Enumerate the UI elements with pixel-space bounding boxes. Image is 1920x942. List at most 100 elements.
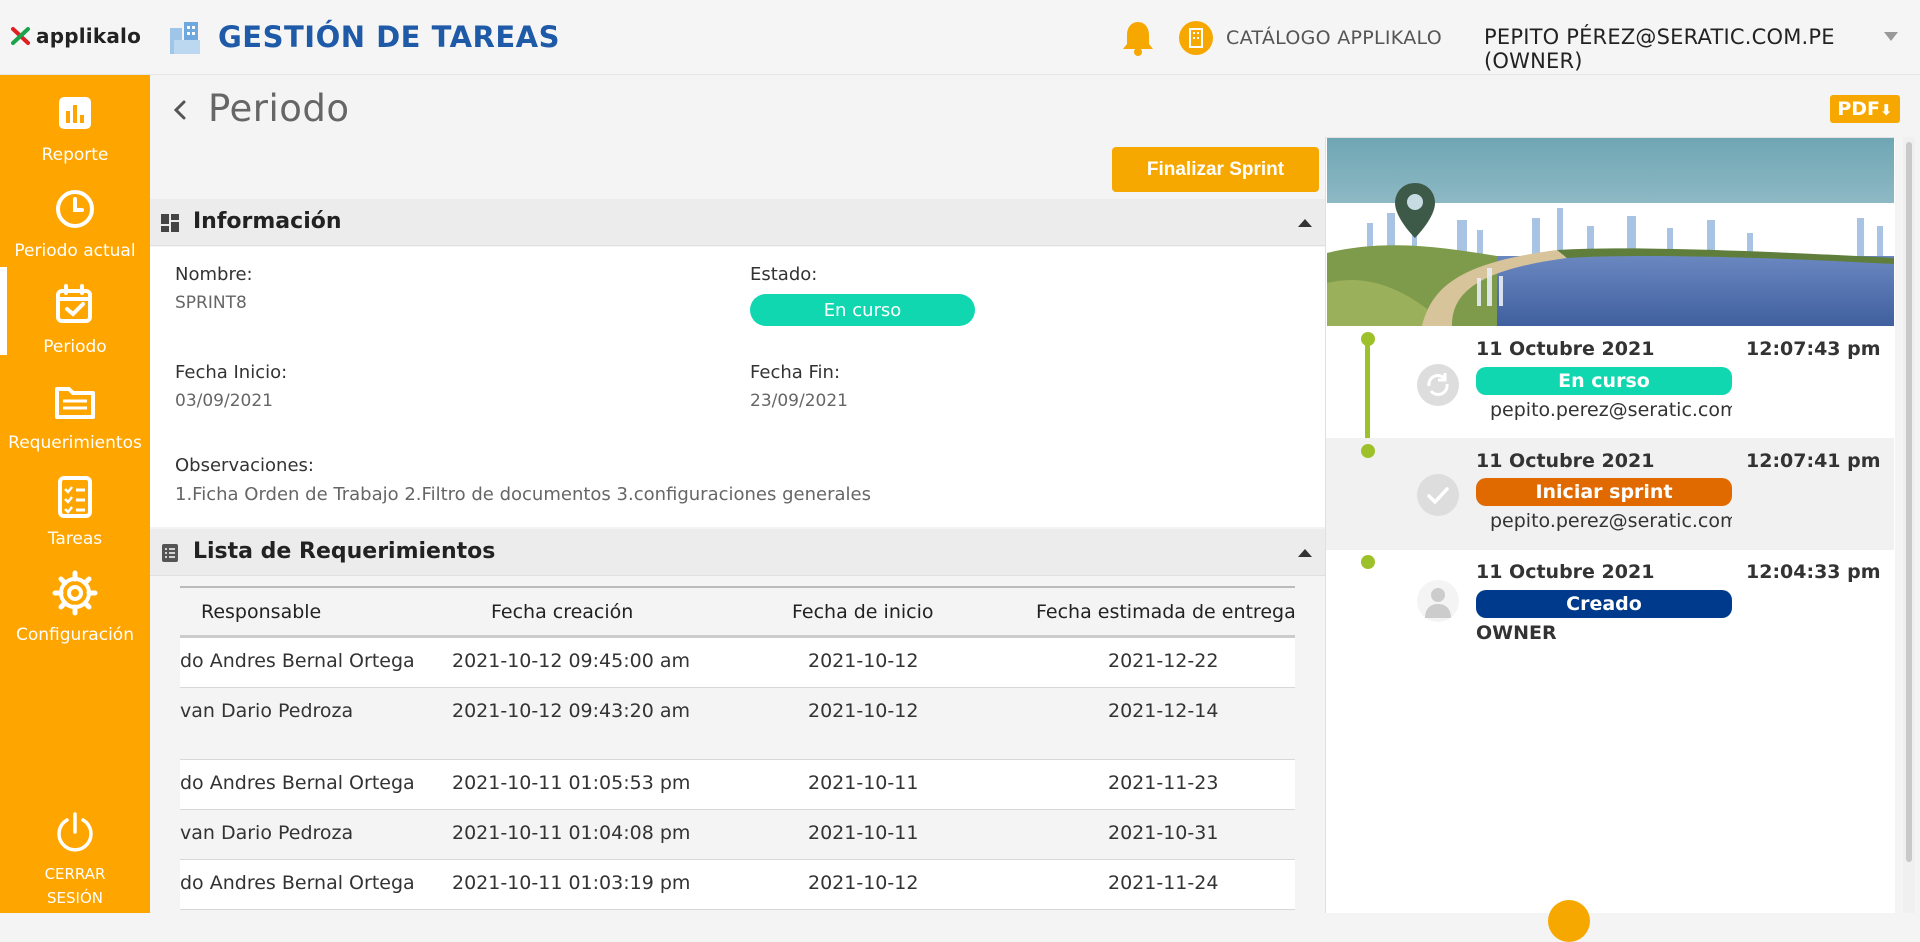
timeline-user: OWNER	[1476, 622, 1557, 644]
cell-fecha-creacion: 2021-10-12 09:45:00 am	[452, 650, 690, 672]
sidebar-item-periodo[interactable]: Periodo	[0, 267, 150, 363]
finish-sprint-button[interactable]: Finalizar Sprint	[1112, 147, 1319, 192]
observaciones-value: 1.Ficha Orden de Trabajo 2.Filtro de doc…	[175, 484, 871, 505]
chart-icon	[59, 97, 91, 129]
timeline-entry[interactable]: 11 Octubre 2021 12:07:43 pm En curso pep…	[1326, 326, 1894, 438]
sidebar-item-label: Tareas	[47, 529, 103, 549]
check-icon	[1417, 474, 1459, 516]
building-icon[interactable]	[1179, 21, 1213, 55]
cell-responsable: do Andres Bernal Ortega	[180, 872, 415, 894]
cell-responsable: do Andres Bernal Ortega	[180, 772, 415, 794]
app-title: GESTIÓN DE TAREAS	[218, 20, 561, 54]
timeline-panel: 11 Octubre 2021 12:07:43 pm En curso pep…	[1325, 137, 1895, 913]
timeline-date: 11 Octubre 2021	[1476, 338, 1655, 360]
fecha-fin-label: Fecha Fin:	[750, 362, 841, 383]
observaciones-label: Observaciones:	[175, 455, 314, 476]
sidebar-item-configuracion[interactable]: Configuración	[0, 555, 150, 651]
cell-fecha-inicio: 2021-10-12	[808, 872, 919, 894]
cell-fecha-inicio: 2021-10-11	[808, 772, 919, 794]
requirements-section-header[interactable]: Lista de Requerimientos	[150, 529, 1325, 576]
cell-fecha-entrega: 2021-11-24	[1108, 872, 1219, 894]
sidebar-item-reporte[interactable]: Reporte	[0, 75, 150, 171]
nombre-value: SPRINT8	[175, 293, 247, 313]
column-header[interactable]: Fecha estimada de entrega	[1036, 601, 1295, 623]
timeline-time: 12:04:33 pm	[1746, 561, 1881, 583]
status-badge: En curso	[750, 294, 975, 326]
logout-line-2: SESIÓN	[47, 889, 103, 907]
sidebar-item-periodo-actual[interactable]: Periodo actual	[0, 171, 150, 267]
brand-name: applikalo	[36, 24, 142, 48]
requirements-section-title: Lista de Requerimientos	[193, 539, 496, 564]
table-row[interactable]: do Andres Bernal Ortega 2021-10-11 01:03…	[180, 860, 1295, 910]
panel-scrollbar-thumb[interactable]	[1906, 142, 1912, 862]
sidebar-item-label: Periodo	[43, 337, 107, 357]
cell-fecha-entrega: 2021-12-14	[1108, 700, 1219, 722]
column-header[interactable]: Responsable	[201, 601, 321, 623]
floating-action-button[interactable]	[1548, 900, 1590, 942]
cell-fecha-inicio: 2021-10-12	[808, 700, 919, 722]
fecha-inicio-value: 03/09/2021	[175, 391, 273, 411]
requirements-table[interactable]: Responsable Fecha creación Fecha de inic…	[180, 586, 1295, 913]
timeline-entry[interactable]: 11 Octubre 2021 12:07:41 pm Iniciar spri…	[1326, 438, 1894, 550]
sidebar-item-label: Configuración	[16, 625, 134, 645]
info-section-header[interactable]: Información	[150, 199, 1325, 246]
cell-fecha-entrega: 2021-12-22	[1108, 650, 1219, 672]
sidebar-item-requerimientos[interactable]: Requerimientos	[0, 363, 150, 459]
sidebar-item-label: Requerimientos	[8, 433, 142, 453]
logout-button[interactable]: CERRAR SESIÓN	[0, 810, 150, 910]
power-icon	[57, 812, 93, 852]
cell-fecha-creacion: 2021-10-11 01:05:53 pm	[452, 772, 691, 794]
status-badge: Creado	[1476, 590, 1732, 618]
cell-fecha-entrega: 2021-10-31	[1108, 822, 1219, 844]
timeline-dot	[1361, 332, 1375, 346]
fecha-fin-value: 23/09/2021	[750, 391, 848, 411]
info-section-title: Información	[193, 209, 342, 234]
dashboard-icon	[161, 214, 179, 232]
back-arrow-icon[interactable]	[168, 97, 194, 123]
estado-label: Estado:	[750, 264, 818, 285]
info-body: Nombre: SPRINT8 Estado: Fecha Inicio: 03…	[150, 247, 1325, 527]
refresh-icon	[1417, 364, 1459, 406]
cell-fecha-creacion: 2021-10-12 09:43:20 am	[452, 700, 690, 722]
logout-label: CERRAR SESIÓN	[0, 862, 150, 910]
timeline-entry[interactable]: 11 Octubre 2021 12:04:33 pm Creado OWNER	[1326, 550, 1894, 662]
catalog-link[interactable]: CATÁLOGO APPLIKALO	[1226, 27, 1442, 49]
cell-fecha-creacion: 2021-10-11 01:04:08 pm	[452, 822, 691, 844]
person-icon	[1417, 580, 1459, 622]
table-row[interactable]: do Andres Bernal Ortega 2021-10-12 09:45…	[180, 638, 1295, 688]
collapse-caret-icon[interactable]	[1298, 549, 1312, 557]
caret-down-icon[interactable]	[1884, 32, 1898, 41]
cell-responsable: van Dario Pedroza	[180, 700, 354, 722]
main-content: Periodo Finalizar Sprint Información Nom…	[150, 75, 1325, 913]
sidebar-item-label: Periodo actual	[14, 241, 136, 261]
checklist-icon	[58, 476, 92, 518]
sidebar-item-tareas[interactable]: Tareas	[0, 459, 150, 555]
download-arrow-icon: ⬇	[1880, 101, 1893, 119]
requirements-body: Responsable Fecha creación Fecha de inic…	[150, 576, 1325, 913]
timeline-date: 11 Octubre 2021	[1476, 450, 1655, 472]
table-header: Responsable Fecha creación Fecha de inic…	[180, 588, 1295, 638]
bell-icon[interactable]	[1120, 19, 1156, 57]
user-menu[interactable]: PEPITO PÉREZ@SERATIC.COM.PE (OWNER)	[1484, 25, 1920, 73]
pdf-download-button[interactable]: PDF⬇	[1830, 95, 1900, 123]
table-row[interactable]: van Dario Pedroza 2021-10-12 09:43:20 am…	[180, 688, 1295, 760]
sidebar-item-label: Reporte	[41, 145, 109, 165]
page-title: Periodo	[208, 87, 350, 130]
column-header[interactable]: Fecha de inicio	[792, 601, 934, 623]
cell-fecha-inicio: 2021-10-11	[808, 822, 919, 844]
timeline-time: 12:07:43 pm	[1746, 338, 1881, 360]
timeline-user: pepito.perez@seratic.com.pe	[1490, 399, 1732, 421]
status-badge: En curso	[1476, 367, 1732, 395]
table-row[interactable]: do Andres Bernal Ortega 2021-10-11 01:05…	[180, 760, 1295, 810]
table-row[interactable]: van Dario Pedroza 2021-10-11 01:04:08 pm…	[180, 810, 1295, 860]
cell-fecha-creacion: 2021-10-11 01:03:19 pm	[452, 872, 691, 894]
sidebar: Reporte Periodo actual Periodo Requerimi…	[0, 75, 150, 913]
pdf-label: PDF	[1837, 98, 1881, 120]
list-icon	[162, 544, 178, 562]
column-header[interactable]: Fecha creación	[491, 601, 633, 623]
status-badge: Iniciar sprint	[1476, 478, 1732, 506]
collapse-caret-icon[interactable]	[1298, 219, 1312, 227]
cell-fecha-entrega: 2021-11-23	[1108, 772, 1219, 794]
timeline-dot	[1361, 444, 1375, 458]
brand-logo[interactable]: applikalo	[10, 24, 141, 48]
